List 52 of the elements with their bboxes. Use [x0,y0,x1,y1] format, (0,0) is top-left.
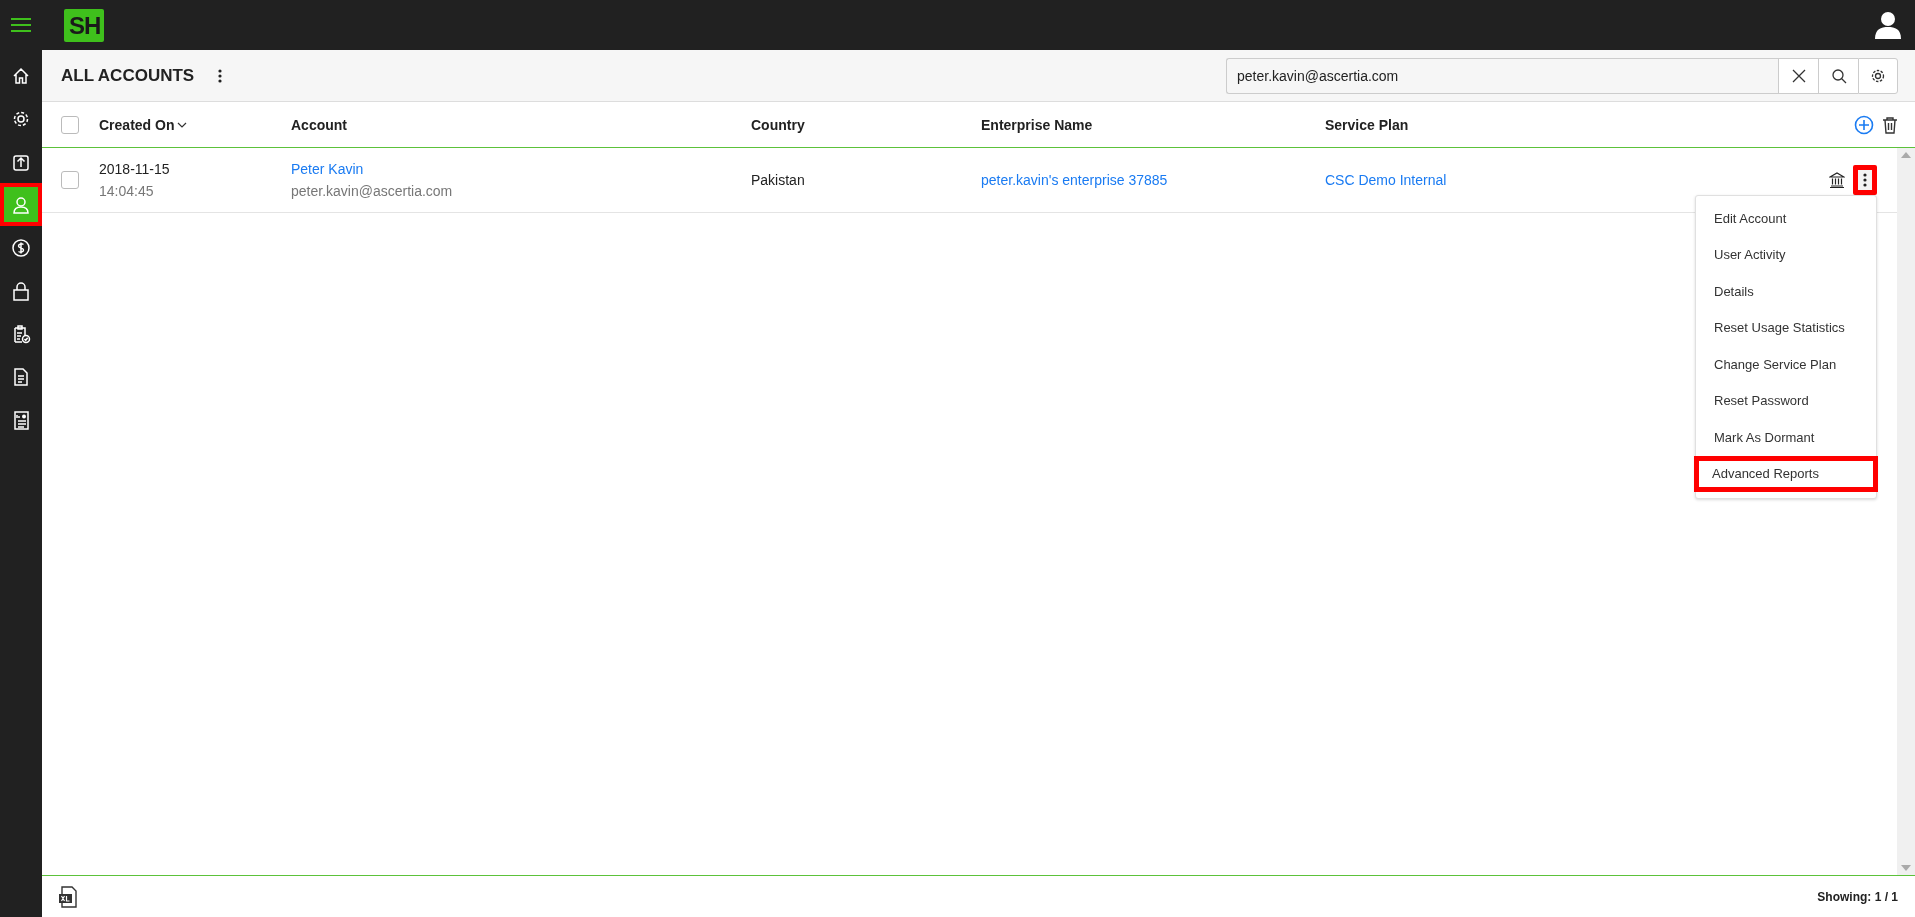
spreadsheet-icon [58,885,78,908]
user-icon [11,194,31,215]
column-header[interactable]: Service Plan [1325,116,1409,133]
column-header[interactable]: Account [291,116,347,133]
menu-item[interactable]: Reset Password [1696,382,1876,419]
search-button[interactable] [1818,57,1858,94]
logo: SH [64,8,105,42]
clipboard-check-icon [11,323,31,344]
home-icon [11,65,31,86]
menu-item[interactable]: Mark As Dormant [1696,419,1876,456]
menu-item[interactable]: Details [1696,273,1876,310]
enterprise-link[interactable]: peter.kavin's enterprise 37885 [981,172,1168,188]
excel-export-button[interactable] [58,885,78,908]
dollar-icon [11,237,31,258]
menu-item[interactable]: Advanced Reports [1694,455,1878,492]
plus-circle-icon [1854,114,1874,135]
search-icon [1830,67,1847,84]
country-cell-text: Pakistan [751,172,806,188]
showing-count: Showing: 1 / 1 [1817,889,1898,904]
menu-item[interactable]: Change Service Plan [1696,346,1876,383]
user-avatar-icon[interactable] [1875,11,1901,39]
delete-button[interactable] [1882,115,1898,134]
menu-icon [10,17,32,33]
created-date: 2018-11-15 [99,161,171,177]
menu-item[interactable]: Reset Usage Statistics [1696,309,1876,346]
account-name-link[interactable]: Peter Kavin [291,161,751,177]
settings-button[interactable] [1858,57,1898,94]
account-email: peter.kavin@ascertia.com [291,183,454,199]
created-time: 14:04:45 [99,183,155,199]
settings-icon [1870,67,1886,84]
close-icon [1790,67,1807,84]
add-button[interactable] [1854,114,1874,135]
row-actions-button[interactable] [1853,165,1877,195]
column-header[interactable]: Enterprise Name [981,116,1093,133]
more-icon [1863,173,1867,187]
column-header[interactable]: Created On [99,116,188,133]
bank-icon [1829,172,1845,188]
more-icon [218,68,223,83]
trash-icon [1882,115,1898,134]
lock-icon [11,280,31,301]
sort-chevron-icon [177,121,188,128]
column-header[interactable]: Country [751,116,805,133]
search-field[interactable]: peter.kavin@ascertia.com [1226,57,1778,94]
menu-item[interactable]: Edit Account [1696,200,1876,237]
select-all-checkbox[interactable] [61,115,79,134]
page-title: ALL ACCOUNTS [61,65,195,86]
menu-item[interactable]: User Activity [1696,236,1876,273]
row-checkbox[interactable] [61,171,79,189]
service-plan-link[interactable]: CSC Demo Internal [1325,172,1447,188]
document-icon [11,366,31,387]
report-icon [11,409,31,430]
bank-button[interactable] [1829,172,1845,188]
